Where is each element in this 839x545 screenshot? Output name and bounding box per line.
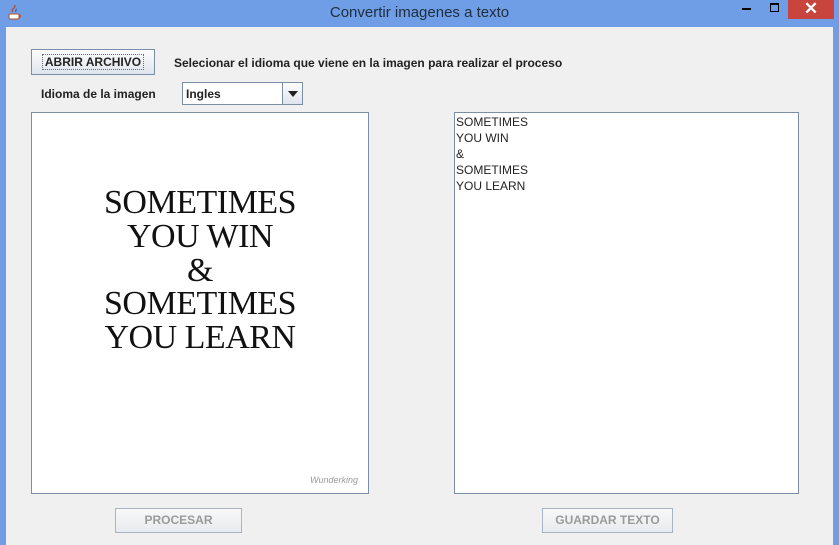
- text-line: SOMETIMES: [456, 115, 529, 129]
- instruction-text: Selecionar el idioma que viene en la ima…: [174, 56, 563, 70]
- text-line: YOU LEARN: [456, 179, 526, 193]
- process-button[interactable]: PROCESAR: [115, 508, 242, 533]
- close-icon: ✕: [803, 0, 819, 18]
- close-button[interactable]: ✕: [788, 0, 834, 19]
- chevron-down-icon[interactable]: [282, 83, 302, 104]
- language-select[interactable]: Ingles: [182, 82, 303, 105]
- text-line: &: [456, 147, 465, 161]
- result-text-area[interactable]: SOMETIMES YOU WIN & SOMETIMES YOU LEARN: [454, 112, 799, 494]
- poster-line: YOU LEARN: [104, 319, 296, 356]
- minimize-button[interactable]: [732, 0, 762, 20]
- open-file-label: ABRIR ARCHIVO: [41, 54, 145, 70]
- image-preview: SOMETIMES YOU WIN & SOMETIMES YOU LEARN …: [31, 112, 369, 494]
- window-content: ABRIR ARCHIVO Selecionar el idioma que v…: [6, 27, 833, 545]
- poster-line: SOMETIMES: [104, 184, 296, 221]
- open-file-button[interactable]: ABRIR ARCHIVO: [31, 49, 155, 75]
- save-text-button[interactable]: GUARDAR TEXTO: [542, 508, 673, 533]
- poster-line: SOMETIMES: [104, 285, 296, 322]
- text-line: SOMETIMES: [456, 163, 529, 177]
- title-bar: Convertir imagenes a texto ✕: [0, 0, 839, 27]
- language-label: Idioma de la imagen: [41, 87, 156, 101]
- maximize-button[interactable]: [762, 0, 788, 20]
- text-line: YOU WIN: [456, 131, 509, 145]
- minimize-icon: [742, 8, 751, 10]
- image-watermark: Wunderking: [309, 475, 358, 485]
- language-selected-value: Ingles: [186, 87, 221, 101]
- maximize-icon: [770, 3, 779, 12]
- window-title: Convertir imagenes a texto: [329, 4, 510, 21]
- poster-line: YOU WIN: [126, 218, 274, 255]
